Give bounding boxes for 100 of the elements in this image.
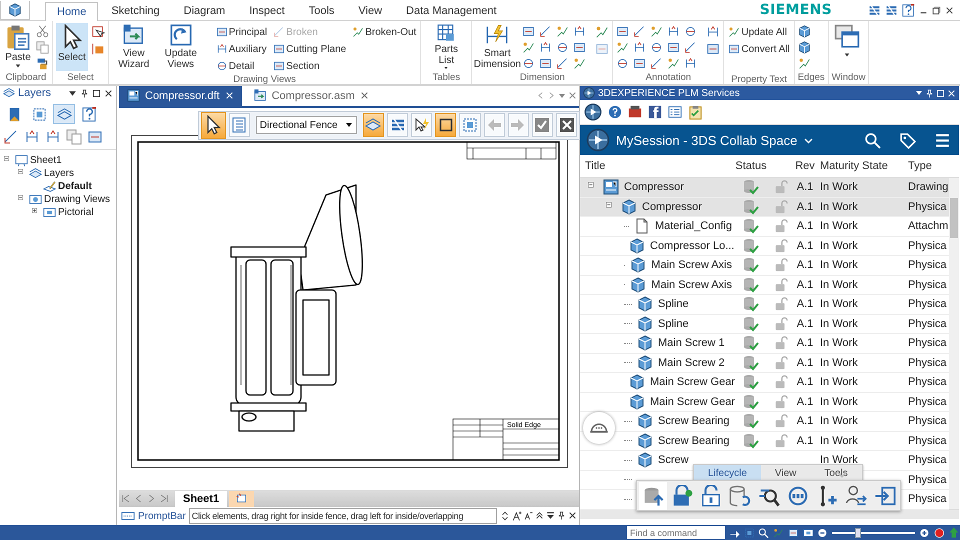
assistant-button[interactable]: [583, 412, 615, 444]
bracket-icon[interactable]: [539, 41, 552, 54]
frame-icon[interactable]: [667, 41, 680, 54]
zoom-icon[interactable]: [758, 526, 770, 538]
frame-icon[interactable]: [573, 41, 586, 54]
ribbon-tab[interactable]: Sketching: [100, 1, 171, 20]
restore-icon[interactable]: [932, 6, 941, 14]
first-sheet-icon[interactable]: [120, 493, 131, 504]
next-icon[interactable]: [547, 91, 556, 100]
tree-item[interactable]: Drawing Views: [44, 194, 110, 205]
copy-icon[interactable]: [66, 129, 82, 145]
ribbon-button[interactable]: Parts List: [424, 23, 468, 71]
polyline-icon[interactable]: [667, 57, 680, 70]
ribbon-button[interactable]: Update Views: [158, 23, 203, 71]
ribbon-tab[interactable]: Data Management: [395, 1, 508, 20]
form-icon[interactable]: [668, 105, 682, 119]
ribbon-button[interactable]: View Wizard: [112, 23, 156, 71]
last-sheet-icon[interactable]: [159, 493, 170, 504]
zoom-in-icon[interactable]: [918, 526, 930, 538]
document-tab[interactable]: Compressor.dft: [119, 86, 242, 106]
tree-row[interactable]: Main Screw Gear A.1 In Work Physica: [580, 373, 949, 392]
close-icon[interactable]: [568, 511, 577, 520]
close-icon[interactable]: [104, 88, 113, 98]
layout-icon[interactable]: [885, 4, 898, 16]
ribbon-button[interactable]: Smart Dimension: [475, 23, 520, 71]
polyline-icon[interactable]: [798, 57, 811, 70]
cube-icon[interactable]: [798, 25, 811, 38]
ribbon-command[interactable]: Broken-Out: [351, 24, 418, 40]
help-icon[interactable]: [902, 4, 915, 16]
tree-row[interactable]: Compressor Lo... A.1 In Work Physica: [580, 236, 949, 256]
social-icon[interactable]: [648, 105, 662, 119]
compass-icon[interactable]: [586, 128, 610, 152]
circle-icon[interactable]: [616, 57, 630, 70]
slider-thumb[interactable]: [854, 528, 861, 538]
polyline-icon[interactable]: [650, 25, 664, 38]
column-header[interactable]: Title: [585, 160, 606, 172]
search-icon[interactable]: [864, 132, 881, 148]
pane-tab[interactable]: [53, 104, 75, 124]
bracket-icon[interactable]: [667, 25, 680, 38]
tree-row[interactable]: Spline A.1 In Work Physica: [580, 314, 949, 334]
tree-row[interactable]: Material_Config A.1 In Work Attachm: [580, 217, 949, 236]
dimension-line-icon[interactable]: [650, 57, 664, 70]
tree-item[interactable]: Sheet1: [30, 155, 62, 166]
bracket-icon[interactable]: [684, 57, 698, 70]
selection-mode-dropdown[interactable]: Directional Fence: [256, 116, 357, 134]
dimension-line-icon[interactable]: [684, 41, 698, 54]
scissors-icon[interactable]: [36, 25, 49, 38]
dropdown-icon[interactable]: [68, 88, 77, 98]
column-header[interactable]: Rev: [795, 160, 815, 172]
tree-row[interactable]: Main Screw Axis A.1 In Work Physica: [580, 276, 949, 295]
help-icon[interactable]: [608, 105, 622, 119]
tag-icon[interactable]: [899, 132, 916, 148]
brush-icon[interactable]: [36, 57, 49, 70]
tree-item[interactable]: Layers: [44, 168, 74, 179]
zoom-out-icon[interactable]: [817, 526, 828, 538]
column-header[interactable]: Type: [908, 160, 932, 172]
frame-icon[interactable]: [706, 42, 720, 56]
select-box-icon[interactable]: [90, 25, 105, 39]
frame-icon[interactable]: [522, 25, 536, 38]
dropdown-icon[interactable]: [546, 511, 555, 520]
toolbar-button[interactable]: [435, 113, 456, 138]
polyline-icon[interactable]: [616, 41, 630, 54]
collapse-icon[interactable]: [535, 511, 544, 520]
dimension-line-icon[interactable]: [3, 129, 19, 145]
tree-row[interactable]: Compressor A.1 In Work Physica: [580, 198, 949, 217]
close-icon[interactable]: [360, 91, 369, 100]
sheet-tab[interactable]: Sheet1: [175, 490, 228, 507]
select-block-icon[interactable]: [90, 42, 105, 56]
ribbon-command[interactable]: Principal: [214, 24, 268, 40]
polyline-icon[interactable]: [573, 57, 586, 70]
layout-icon[interactable]: [868, 4, 881, 16]
view-icon[interactable]: [802, 526, 814, 538]
frame-icon[interactable]: [87, 129, 103, 145]
polyline-icon[interactable]: [522, 41, 536, 54]
ribbon-tab[interactable]: Home: [45, 2, 98, 21]
close-icon[interactable]: [945, 6, 954, 14]
command-search-field[interactable]: Find a command: [627, 526, 725, 539]
circle-icon[interactable]: [556, 41, 570, 54]
bracket-icon[interactable]: [45, 129, 61, 145]
polyline-icon[interactable]: [556, 25, 570, 38]
zoom-slider[interactable]: [832, 528, 915, 538]
cube-icon[interactable]: [798, 41, 811, 54]
ribbon-button[interactable]: Paste: [3, 23, 33, 71]
action-button[interactable]: [639, 482, 667, 510]
dimension-line-icon[interactable]: [633, 25, 646, 38]
tree-row[interactable]: Main Screw Axis A.1 In Work Physica: [580, 256, 949, 276]
toolbar-button[interactable]: [556, 113, 578, 138]
scroll-icon[interactable]: [500, 511, 510, 522]
toolbar-button[interactable]: [411, 113, 432, 138]
menu-icon[interactable]: [934, 132, 951, 148]
ribbon-button[interactable]: Select: [56, 23, 88, 71]
new-sheet-tab[interactable]: [229, 490, 254, 507]
column-header[interactable]: Status: [735, 160, 767, 172]
record-icon[interactable]: [934, 526, 944, 538]
frame-icon[interactable]: [633, 57, 646, 70]
frame-icon[interactable]: [616, 25, 630, 38]
ribbon-tab[interactable]: Tools: [298, 1, 346, 20]
tree-row[interactable]: Main Screw Gear A.1 In Work Physica: [580, 392, 949, 412]
document-tab[interactable]: Compressor.asm: [246, 86, 377, 106]
compass-icon[interactable]: [584, 103, 602, 121]
